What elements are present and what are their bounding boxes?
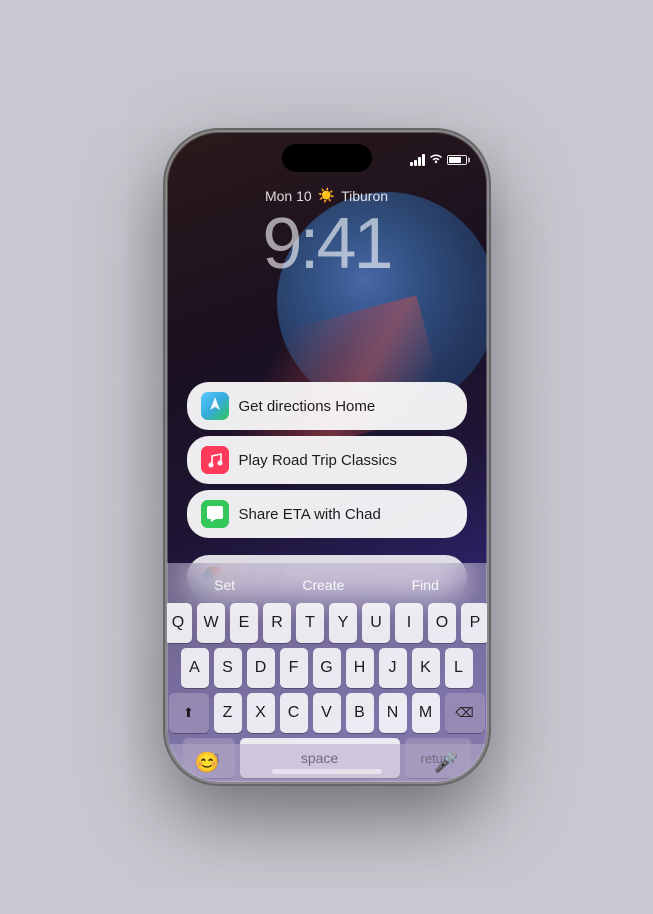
key-r[interactable]: R — [263, 603, 291, 643]
key-shift[interactable]: ⬆ — [169, 693, 209, 733]
weather-icon: ☀️ — [318, 187, 335, 204]
messages-icon — [201, 500, 229, 528]
key-e[interactable]: E — [230, 603, 258, 643]
status-icons — [410, 153, 467, 167]
bottom-bar: 😊 🎤 — [167, 744, 487, 782]
key-y[interactable]: Y — [329, 603, 357, 643]
date-weather-row: Mon 10 ☀️ Tiburon — [167, 187, 487, 204]
key-x[interactable]: X — [247, 693, 275, 733]
suggestion-directions-label: Get directions Home — [239, 398, 376, 415]
wifi-icon — [429, 153, 443, 167]
dynamic-island — [282, 144, 372, 172]
mic-button[interactable]: 🎤 — [434, 750, 459, 775]
phone-frame: Mon 10 ☀️ Tiburon 9:41 — [167, 132, 487, 782]
key-f[interactable]: F — [280, 648, 308, 688]
key-a[interactable]: A — [181, 648, 209, 688]
lock-screen-content: Mon 10 ☀️ Tiburon 9:41 — [167, 187, 487, 280]
key-l[interactable]: L — [445, 648, 473, 688]
key-row-2: A S D F G H J K L — [171, 648, 483, 688]
key-h[interactable]: H — [346, 648, 374, 688]
maps-icon — [201, 392, 229, 420]
quicktype-create[interactable]: Create — [294, 575, 352, 595]
key-n[interactable]: N — [379, 693, 407, 733]
time-display: 9:41 — [167, 208, 487, 280]
battery-fill — [449, 157, 461, 163]
key-g[interactable]: G — [313, 648, 341, 688]
date-text: Mon 10 — [265, 188, 312, 204]
key-row-3: ⬆ Z X C V B N M ⌫ — [171, 693, 483, 733]
key-p[interactable]: P — [461, 603, 487, 643]
location-text: Tiburon — [341, 188, 388, 204]
suggestion-music[interactable]: Play Road Trip Classics — [187, 436, 467, 484]
key-o[interactable]: O — [428, 603, 456, 643]
key-t[interactable]: T — [296, 603, 324, 643]
key-k[interactable]: K — [412, 648, 440, 688]
signal-icon — [410, 154, 425, 166]
key-q[interactable]: Q — [167, 603, 193, 643]
key-w[interactable]: W — [197, 603, 225, 643]
key-u[interactable]: U — [362, 603, 390, 643]
suggestions-area: Get directions Home Play Road Trip Class… — [187, 382, 467, 538]
emoji-button[interactable]: 😊 — [195, 750, 220, 775]
quicktype-row: Set Create Find — [171, 571, 483, 603]
home-indicator — [272, 769, 382, 774]
key-i[interactable]: I — [395, 603, 423, 643]
suggestion-messages[interactable]: Share ETA with Chad — [187, 490, 467, 538]
suggestion-music-label: Play Road Trip Classics — [239, 452, 397, 469]
quicktype-set[interactable]: Set — [206, 575, 243, 595]
battery-icon — [447, 155, 467, 165]
key-v[interactable]: V — [313, 693, 341, 733]
music-icon — [201, 446, 229, 474]
key-b[interactable]: B — [346, 693, 374, 733]
quicktype-find[interactable]: Find — [404, 575, 447, 595]
key-row-1: Q W E R T Y U I O P — [171, 603, 483, 643]
suggestion-directions[interactable]: Get directions Home — [187, 382, 467, 430]
key-m[interactable]: M — [412, 693, 440, 733]
key-backspace[interactable]: ⌫ — [445, 693, 485, 733]
suggestion-messages-label: Share ETA with Chad — [239, 506, 381, 523]
keyboard-area: Set Create Find Q W E R T Y U I O P A S … — [167, 563, 487, 782]
key-s[interactable]: S — [214, 648, 242, 688]
key-j[interactable]: J — [379, 648, 407, 688]
key-c[interactable]: C — [280, 693, 308, 733]
key-d[interactable]: D — [247, 648, 275, 688]
key-z[interactable]: Z — [214, 693, 242, 733]
